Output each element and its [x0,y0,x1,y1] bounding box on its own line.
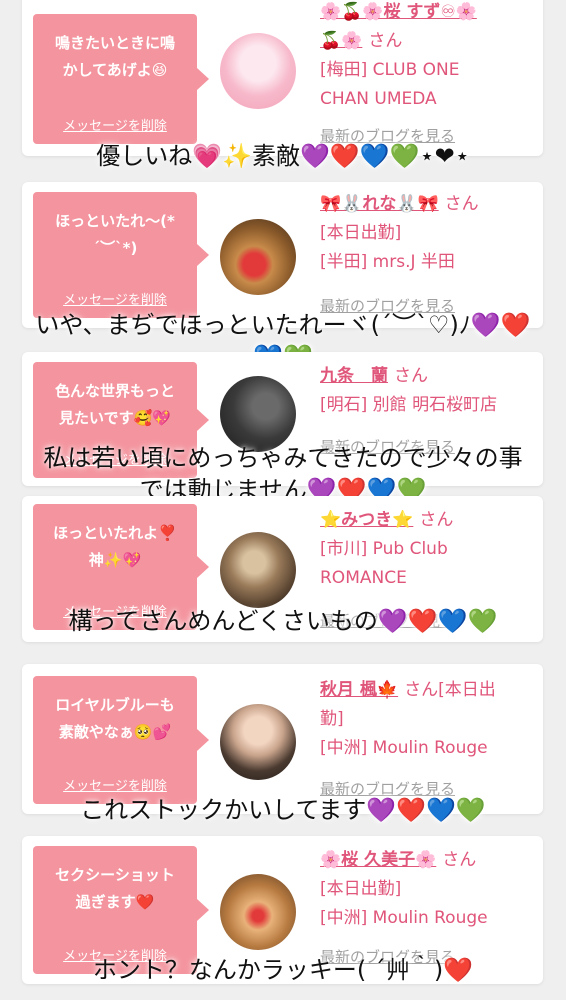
message-bubble: ロイヤルブルーも 素敵やなぁ🥺💕 メッセージを削除 [33,676,209,804]
name-suffix: さん [394,366,428,386]
shop-line: [中洲] Moulin Rouge [320,908,488,928]
message-bubble: ほっといたれ〜(* ´︶`*) メッセージを削除 [33,192,209,318]
cast-name-link[interactable]: 🎀🐰れな🐰🎀 [320,194,439,214]
avatar[interactable] [220,376,296,452]
message-bubble: 鳴きたいときに鳴 かしてあげよ😆 メッセージを削除 [33,14,209,144]
delete-message-link[interactable]: メッセージを削除 [33,115,197,134]
shop-line: ROMANCE [320,568,407,588]
cast-name-link[interactable]: ⭐みつき⭐ [320,510,413,530]
name-suffix: さん [419,510,454,530]
shop-line: [市川] Pub Club [320,539,448,559]
shop-line: [本日出勤] [320,879,402,899]
shop-line: [本日出勤] [320,223,402,243]
caption-overlay: 優しいね💗✨素敵💜❤️💙💚⋆❤⋆ [96,142,470,170]
message-text: ロイヤルブルーも 素敵やなぁ🥺💕 [55,696,175,741]
message-text: 色んな世界もっと 見たいです🥰💖 [54,382,175,427]
avatar[interactable] [220,532,296,608]
shop-line: [中洲] Moulin Rouge [320,738,488,758]
caption-overlay: ホント？なんかラッキー( ´艸｀)❤️ [92,956,474,984]
message-text: セクシーショット 過ぎます❤️ [55,866,175,911]
caption-overlay: 構ってさんめんどくさいもの💜❤️💙💚 [68,607,498,635]
shop-line: [梅田] CLUB ONE [320,60,460,80]
cast-name-link[interactable]: 九条 蘭 [320,366,388,386]
delete-message-link[interactable]: メッセージを削除 [33,775,197,794]
message-text: 鳴きたいときに鳴 かしてあげよ😆 [54,34,175,79]
shop-line: [半田] mrs.J 半田 [320,252,455,272]
avatar[interactable] [220,704,296,780]
delete-message-link[interactable]: メッセージを削除 [33,289,197,308]
message-text: ほっといたれ〜(* ´︶`*) [55,212,175,257]
shop-line: [明石] 別館 明石桜町店 [320,395,498,415]
avatar[interactable] [220,33,296,109]
message-card: ほっといたれ〜(* ´︶`*) メッセージを削除 🎀🐰れな🐰🎀 さん [本日出勤]… [22,182,543,328]
cast-name-link[interactable]: 🌸桜 久美子🌸 [320,850,436,870]
avatar[interactable] [220,874,296,950]
shop-line: CHAN UMEDA [320,89,437,109]
message-card: 鳴きたいときに鳴 かしてあげよ😆 メッセージを削除 🌸🍒🌸桜 すず♾🌸 🍒🌸 さん… [22,0,543,156]
message-text: ほっといたれよ❣️ 神✨💖 [53,524,177,569]
message-card: ロイヤルブルーも 素敵やなぁ🥺💕 メッセージを削除 秋月 楓🍁 さん[本日出 勤]… [22,664,543,814]
cast-name-link[interactable]: 秋月 楓🍁 [320,680,398,700]
name-suffix: さん [368,31,403,51]
caption-overlay: これストックかいしてます💜❤️💙💚 [80,796,486,824]
name-suffix: さん [444,194,479,214]
avatar[interactable] [220,219,296,295]
name-suffix: さん [442,850,477,870]
